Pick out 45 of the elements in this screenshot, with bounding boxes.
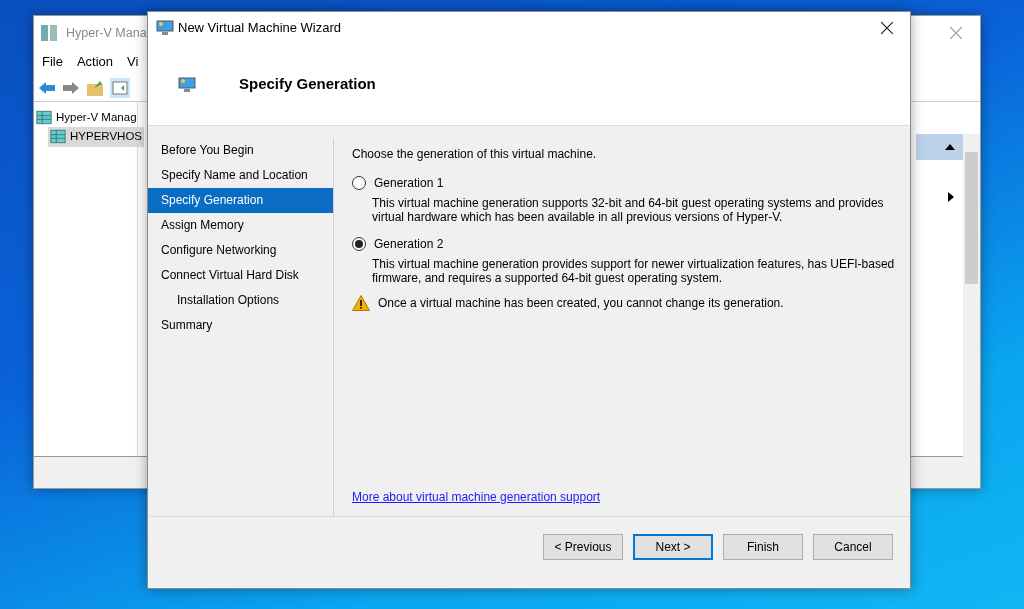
submenu-arrow-icon[interactable] [948, 192, 954, 202]
wizard-button[interactable]: Finish [723, 533, 803, 560]
forward-icon[interactable] [62, 79, 80, 96]
radio-button[interactable] [352, 176, 366, 190]
close-icon [881, 22, 893, 34]
menu-item[interactable]: Action [76, 52, 114, 72]
wizard-button[interactable]: Next > [633, 533, 713, 560]
wizard-button[interactable]: Cancel [813, 533, 893, 560]
scroll-thumb[interactable] [965, 152, 978, 284]
option-description: This virtual machine generation supports 32-bit and 64-bit guest operating systems and provides virtual hardware which has been available in all previous versions of Hyper-V. [371, 196, 885, 224]
actions-header[interactable] [916, 134, 963, 160]
radio-label: Generation 1 [374, 175, 444, 192]
wizard-step[interactable]: Configure Networking [148, 238, 333, 263]
wizard-step[interactable]: Connect Virtual Hard Disk [148, 263, 333, 288]
menu-item[interactable]: Vi [127, 52, 139, 72]
radio-label: Generation 2 [374, 236, 444, 253]
scrollbar[interactable] [963, 134, 980, 464]
radio-button[interactable] [352, 237, 366, 251]
menu-item[interactable]: File [42, 52, 63, 72]
wizard-step[interactable]: Assign Memory [148, 213, 333, 238]
wizard-step[interactable]: Before You Begin [148, 138, 333, 163]
monitor-icon [178, 76, 196, 93]
monitor-icon [156, 20, 174, 36]
window-title: New Virtual Machine Wizard [178, 19, 342, 38]
server-icon [36, 110, 52, 126]
wizard-step[interactable]: Summary [148, 313, 333, 338]
help-link[interactable]: More about virtual machine generation support [352, 490, 601, 504]
collapse-icon[interactable] [945, 144, 955, 150]
back-icon[interactable] [38, 79, 56, 96]
page-heading: Specify Generation [239, 74, 376, 95]
close-icon[interactable] [950, 27, 962, 39]
server-icon [50, 129, 66, 145]
wizard-step[interactable]: Specify Generation [148, 188, 333, 213]
wizard-button[interactable]: < Previous [543, 533, 623, 560]
instruction-text: Choose the generation of this virtual machine. [352, 146, 598, 163]
wizard-step[interactable]: Installation Options [148, 288, 333, 313]
option-description: This virtual machine generation provides support for newer virtualization features, has UEFI-based firmware, and requires a supported 64-bit guest operating system. [371, 257, 896, 285]
tree-item[interactable]: HYPERVHOS [48, 127, 144, 147]
wizard-step[interactable]: Specify Name and Location [148, 163, 333, 188]
server-icon [40, 24, 58, 42]
window-title: Hyper-V Mana [66, 24, 147, 42]
warning-icon [352, 295, 370, 311]
console-tree-icon[interactable] [110, 77, 130, 98]
tree-item[interactable]: Hyper-V Manag [34, 108, 139, 128]
warning-text: Once a virtual machine has been created, you cannot change its generation. [378, 295, 784, 312]
